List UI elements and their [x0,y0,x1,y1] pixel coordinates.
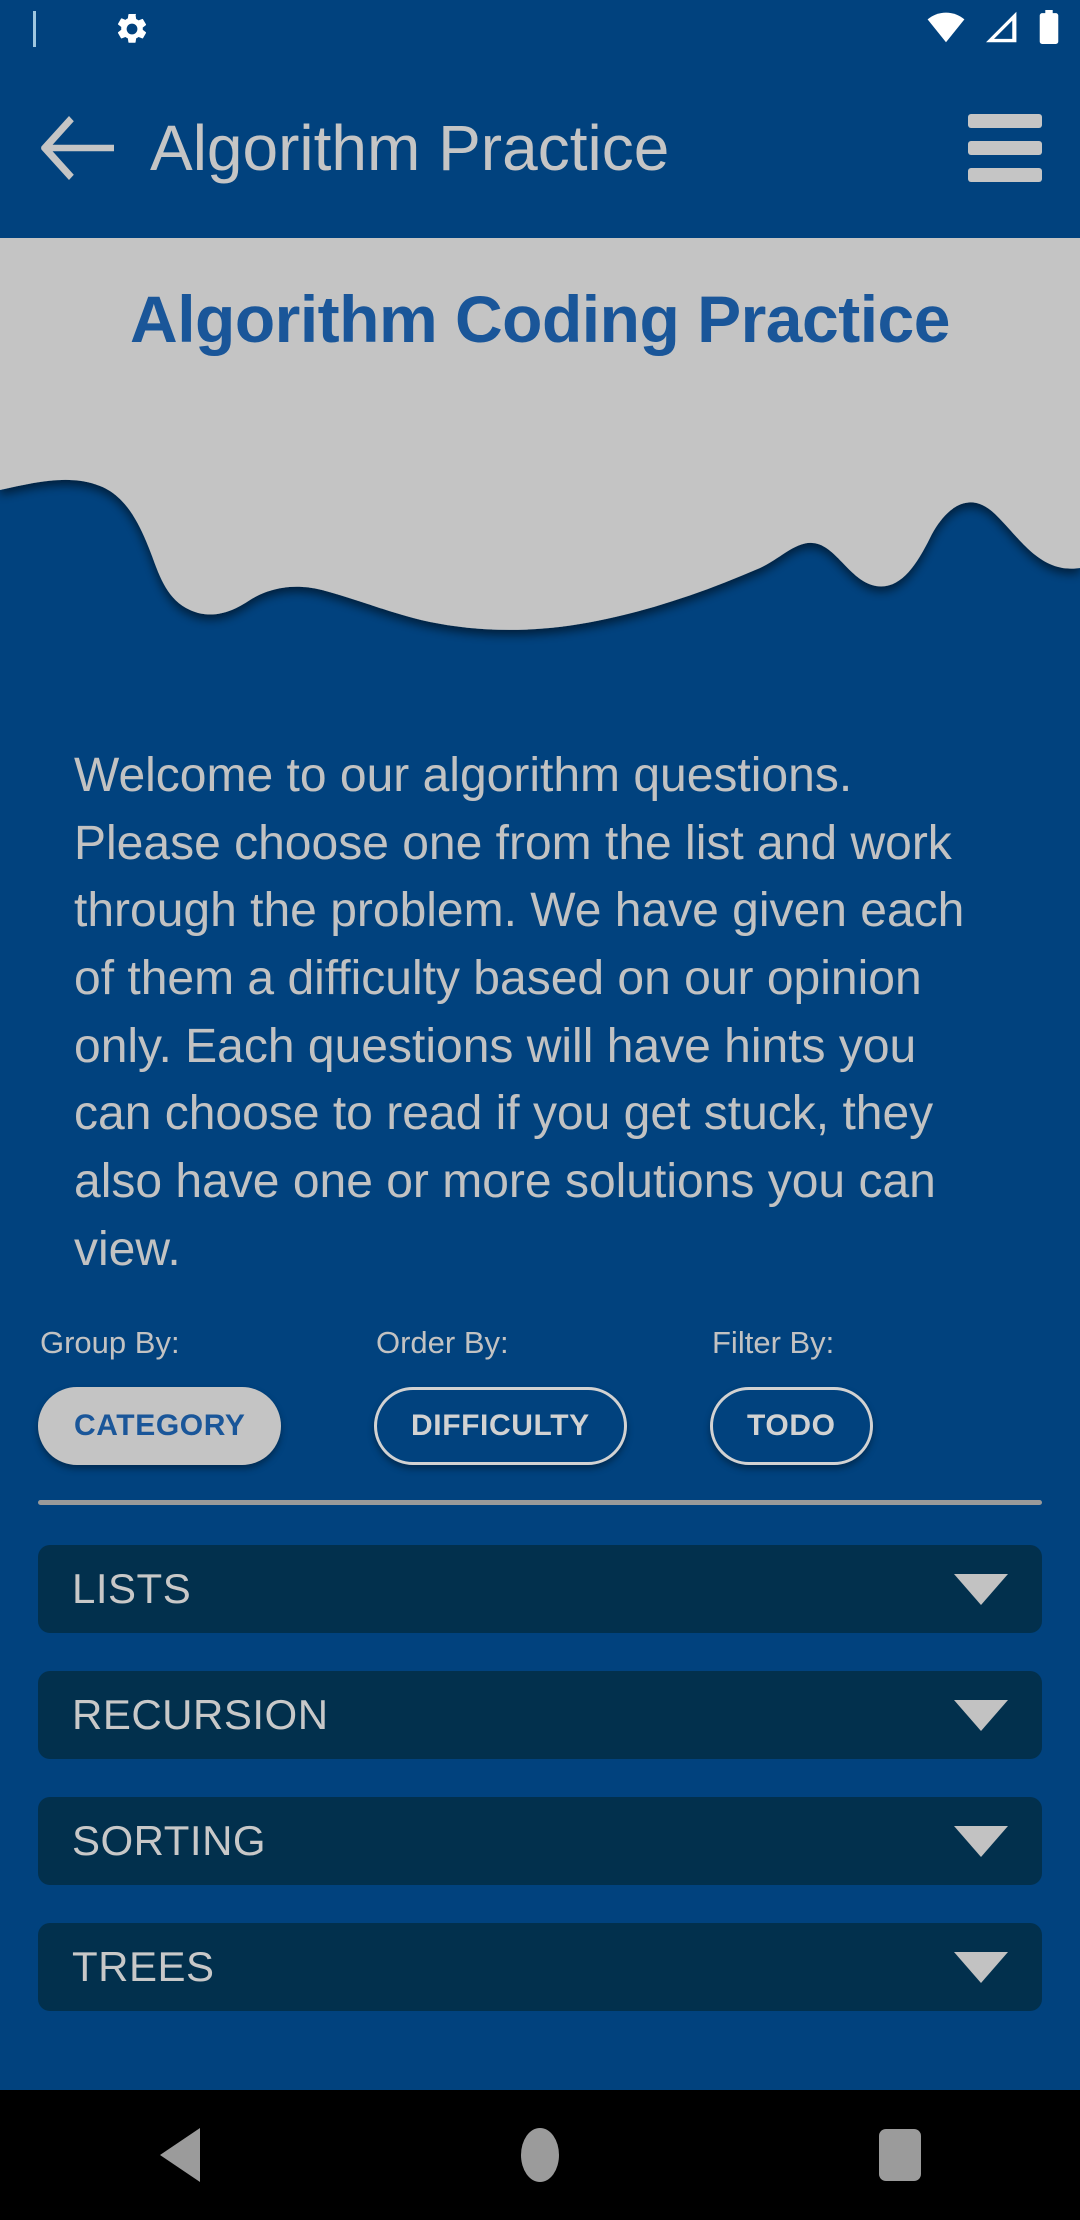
chevron-down-icon[interactable] [954,1825,1008,1857]
chevron-down-icon[interactable] [954,1573,1008,1605]
nav-recents-icon[interactable] [810,2090,990,2220]
hamburger-line [968,114,1042,128]
header-title: Algorithm Coding Practice [130,282,950,356]
filter-label-order-by: Order By: [376,1325,509,1360]
gear-icon [114,11,150,47]
filter-label-filter-by: Filter By: [712,1325,835,1360]
status-bar-right [926,9,1060,49]
category-item-recursion[interactable]: RECURSION [38,1671,1042,1759]
chip-category[interactable]: CATEGORY [38,1387,282,1465]
android-nav-bar [0,2090,1080,2220]
app-toolbar: Algorithm Practice [0,58,1080,238]
category-label: LISTS [72,1565,192,1612]
welcome-paragraph: Welcome to our algorithm questions. Plea… [74,749,965,1276]
category-label: RECURSION [72,1691,329,1738]
category-item-trees[interactable]: TREES [38,1923,1042,2011]
nav-home-icon[interactable] [450,2090,630,2220]
category-label: TREES [72,1943,215,1990]
filter-controls: Group By: CATEGORY Order By: DIFFICULTY … [0,1325,1080,1465]
battery-icon [1038,9,1060,49]
filter-group-group-by: Group By: CATEGORY [38,1325,374,1465]
hamburger-line [968,168,1042,182]
section-divider [38,1500,1042,1505]
hamburger-line [968,141,1042,155]
signal-icon [984,11,1020,48]
hamburger-menu-icon[interactable] [960,103,1050,193]
nav-recents-glyph [879,2129,921,2181]
category-item-lists[interactable]: LISTS [38,1545,1042,1633]
filter-group-filter-by: Filter By: TODO [710,1325,1046,1465]
chip-todo[interactable]: TODO [710,1387,873,1465]
wifi-icon [926,11,966,48]
app-screen: Algorithm Practice Algorithm Coding Prac… [0,0,1080,2220]
notification-indicator [33,11,36,47]
chip-difficulty[interactable]: DIFFICULTY [374,1387,627,1465]
status-bar [0,0,1080,58]
chevron-down-icon[interactable] [954,1699,1008,1731]
category-label: SORTING [72,1817,267,1864]
nav-back-icon[interactable] [90,2090,270,2220]
chevron-down-icon[interactable] [954,1951,1008,1983]
category-item-sorting[interactable]: SORTING [38,1797,1042,1885]
status-bar-left [20,11,926,47]
header-banner: Algorithm Coding Practice [0,238,1080,678]
category-list: LISTS RECURSION SORTING TREES [38,1545,1042,2049]
filter-label-group-by: Group By: [40,1325,180,1360]
nav-home-glyph [521,2128,559,2182]
back-arrow-icon[interactable] [30,100,126,196]
nav-back-glyph [160,2128,200,2182]
filter-group-order-by: Order By: DIFFICULTY [374,1325,710,1465]
page-title: Algorithm Practice [150,112,670,184]
